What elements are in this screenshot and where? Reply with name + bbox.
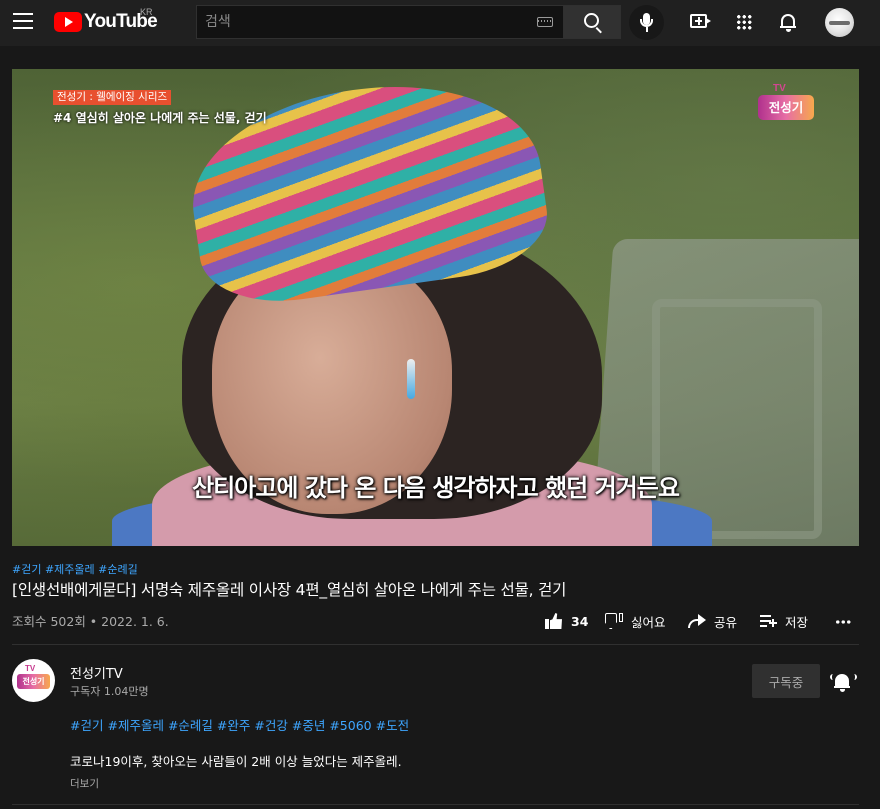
hashtag-link[interactable]: #제주올레 (107, 718, 163, 733)
menu-icon[interactable] (13, 13, 33, 31)
like-count: 34 (571, 613, 589, 629)
video-hashtags: #걷기 #제주올레 #순례길 (12, 561, 138, 577)
search-button[interactable] (563, 5, 621, 39)
dislike-button[interactable]: 싫어요 (605, 610, 666, 632)
notifications-icon[interactable] (780, 12, 796, 32)
like-button[interactable]: 34 (545, 610, 588, 632)
youtube-logo-icon (54, 12, 82, 32)
mic-leg (646, 27, 648, 32)
dislike-label: 싫어요 (631, 614, 666, 630)
save-playlist-icon (760, 615, 777, 627)
description-text: 코로나19이후, 찾아오는 사람들이 2배 이상 늘었다는 제주올레. (70, 754, 402, 769)
channel-avatar-tv: TV (25, 664, 36, 673)
video-player[interactable]: 전성기 : 웰에이징 시리즈 #4 열심히 살아온 나에게 주는 선물, 걷기 … (12, 69, 859, 546)
hashtag-link[interactable]: #도전 (376, 718, 409, 733)
video-chair-frame (652, 299, 822, 539)
channel-name[interactable]: 전성기TV (70, 663, 123, 682)
share-button[interactable]: 공유 (688, 610, 737, 632)
masthead: YouTube KR (0, 0, 880, 46)
search-input[interactable] (197, 6, 527, 38)
save-button[interactable]: 저장 (760, 610, 808, 632)
hashtag-link[interactable]: #건강 (254, 718, 287, 733)
watermark-tv: TV (773, 83, 786, 94)
video-caption-title: #4 열심히 살아온 나에게 주는 선물, 걷기 (53, 111, 267, 125)
video-subtitle: 산티아고에 갔다 온 다음 생각하자고 했던 거거든요 (192, 474, 680, 502)
divider (12, 804, 859, 805)
share-icon (688, 614, 706, 628)
description-hashtags: #걷기 #제주올레 #순례길 #완주 #건강 #중년 #5060 #도전 (70, 715, 409, 734)
region-code: KR (140, 7, 153, 17)
hashtag-link[interactable]: #제주올레 (45, 563, 95, 576)
channel-avatar[interactable]: TV 전성기 (12, 659, 55, 702)
mic-stand (640, 19, 653, 27)
video-series-tag: 전성기 : 웰에이징 시리즈 (53, 90, 172, 105)
video-title: [인생선배에게묻다] 서명숙 제주올레 이사장 4편_열심히 살아온 나에게 주… (12, 581, 567, 599)
hashtag-link[interactable]: #중년 (292, 718, 325, 733)
hashtag-link[interactable]: #5060 (329, 718, 371, 733)
youtube-logo[interactable]: YouTube KR (54, 7, 158, 33)
bell-ringing-icon[interactable] (830, 672, 857, 692)
like-icon (545, 613, 563, 629)
dislike-icon (605, 613, 623, 629)
apps-icon[interactable] (736, 14, 752, 30)
show-more-link[interactable]: 더보기 (70, 776, 99, 791)
video-earring (407, 359, 415, 399)
channel-watermark: TV 전성기 (757, 83, 817, 127)
hashtag-link[interactable]: #걷기 (70, 718, 103, 733)
hashtag-link[interactable]: #걷기 (12, 563, 41, 576)
divider (12, 644, 859, 645)
search-box (196, 5, 564, 39)
channel-avatar-name: 전성기 (17, 674, 50, 689)
more-icon[interactable] (835, 620, 851, 624)
hashtag-link[interactable]: #완주 (217, 718, 250, 733)
account-avatar[interactable] (825, 8, 854, 37)
save-label: 저장 (785, 614, 809, 630)
hashtag-link[interactable]: #순례길 (168, 718, 213, 733)
share-label: 공유 (714, 614, 738, 630)
keyboard-icon[interactable] (537, 17, 553, 27)
create-video-icon[interactable] (690, 14, 711, 28)
subscribed-button[interactable]: 구독중 (752, 664, 820, 698)
search-icon (584, 13, 599, 28)
view-count-date: 조회수 502회 • 2022. 1. 6. (12, 614, 169, 629)
subscriber-count: 구독자 1.04만명 (70, 685, 149, 698)
watermark-name: 전성기 (758, 95, 814, 120)
voice-search-button[interactable] (629, 5, 664, 40)
hashtag-link[interactable]: #순례길 (98, 563, 138, 576)
